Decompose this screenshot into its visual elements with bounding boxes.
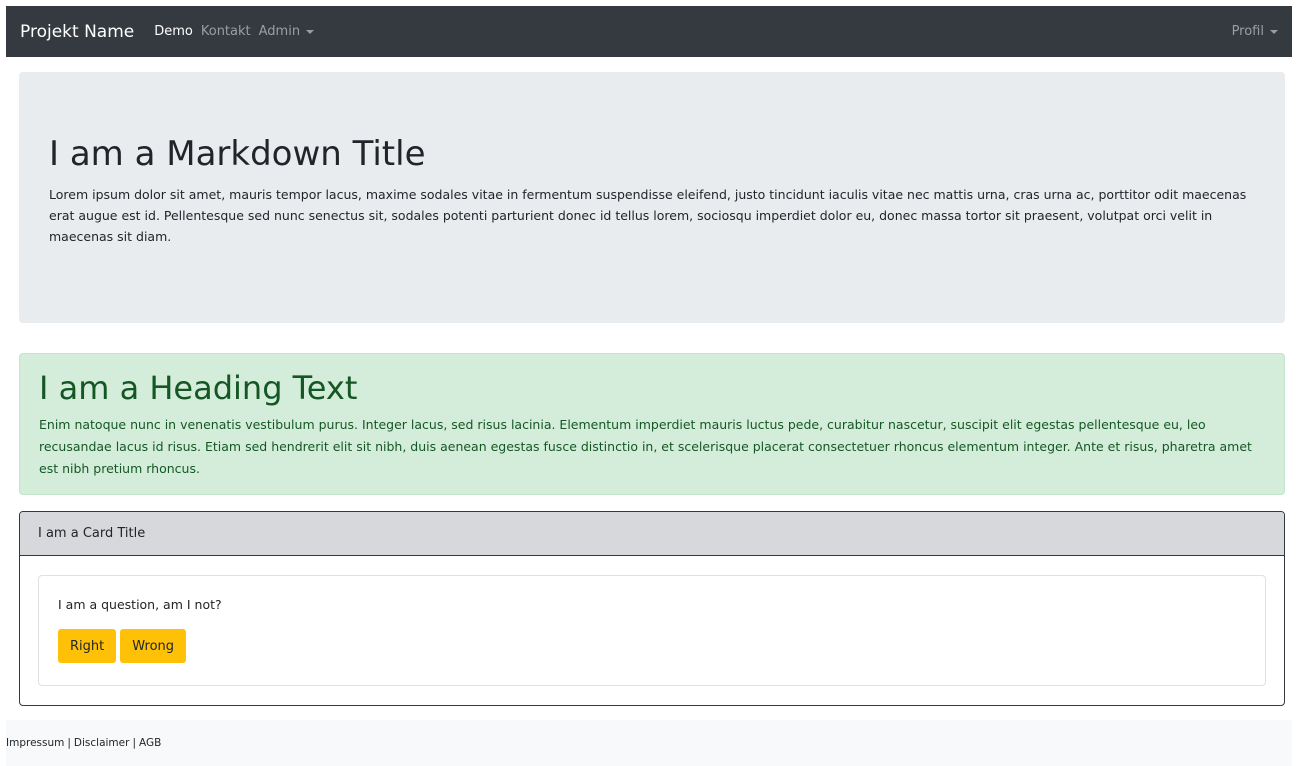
footer-link-agb[interactable]: AGB (139, 737, 161, 749)
footer-link-disclaimer[interactable]: Disclaimer (74, 737, 130, 749)
success-alert: I am a Heading Text Enim natoque nunc in… (19, 353, 1285, 495)
right-answer-button[interactable]: Right (58, 629, 117, 663)
question-box: I am a question, am I not? Right Wrong (38, 575, 1266, 686)
caret-down-icon (1270, 29, 1278, 34)
markdown-title: I am a Markdown Title (49, 134, 426, 174)
nav-dropdown-profil[interactable]: Profil (1232, 24, 1278, 39)
footer-separator: | (67, 737, 71, 749)
question-text: I am a question, am I not? (58, 597, 222, 612)
card-title: I am a Card Title (38, 526, 146, 541)
nav-link-kontakt-label: Kontakt (200, 24, 251, 39)
alert-heading: I am a Heading Text (39, 369, 358, 407)
nav-dropdown-admin[interactable]: Admin (258, 24, 315, 39)
nav-dropdown-admin-label: Admin (258, 24, 301, 39)
jumbotron: I am a Markdown Title Lorem ipsum dolor … (19, 72, 1285, 323)
nav-link-demo-label: Demo (154, 24, 193, 39)
footer-separator: | (132, 737, 136, 749)
page: Projekt Name Demo Kontakt Admin Profil I… (0, 0, 1298, 766)
question-card: I am a Card Title I am a question, am I … (19, 511, 1285, 706)
alert-paragraph: Enim natoque nunc in venenatis vestibulu… (39, 417, 1252, 476)
wrong-answer-button[interactable]: Wrong (120, 629, 187, 663)
answer-button-row: Right Wrong (58, 629, 1246, 663)
footer-link-impressum[interactable]: Impressum (6, 737, 64, 749)
brand-link[interactable]: Projekt Name (20, 22, 134, 42)
caret-down-icon (306, 29, 315, 34)
nav-link-kontakt[interactable]: Kontakt (201, 24, 251, 39)
card-header: I am a Card Title (20, 512, 1284, 556)
nav-dropdown-profil-label: Profil (1231, 24, 1264, 39)
nav-link-demo[interactable]: Demo (154, 24, 193, 39)
footer: Impressum | Disclaimer | AGB (6, 720, 1292, 766)
markdown-paragraph: Lorem ipsum dolor sit amet, mauris tempo… (49, 187, 1247, 244)
top-navbar: Projekt Name Demo Kontakt Admin Profil (6, 6, 1292, 57)
